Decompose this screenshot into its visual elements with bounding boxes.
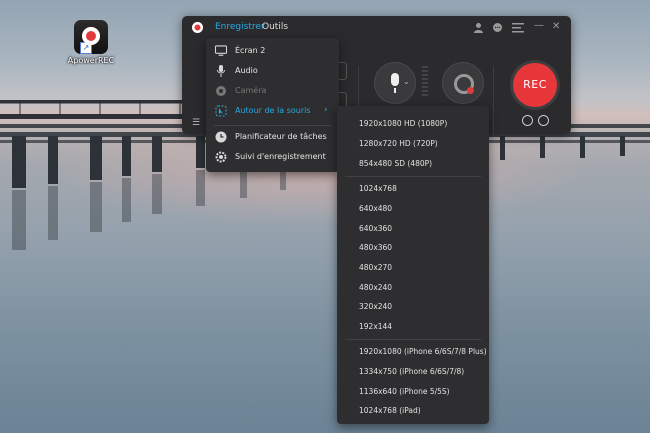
resolution-label: 1920x1080 HD (1080P) [359,119,448,128]
resolution-label: 1024x768 [359,184,397,193]
microphone-button[interactable]: ⌄ [374,62,416,104]
chevron-right-icon: › [324,105,328,115]
menu-divider [345,339,481,340]
resolution-option[interactable]: 480x240 [337,280,489,296]
resolution-label: 480x270 [359,263,393,272]
resolution-option[interactable]: 320x240 [337,299,489,315]
resolution-option[interactable]: 480x270 [337,260,489,276]
record-dropdown-menu: Écran 2 Audio Caméra Autour de la souris… [206,38,339,172]
resolution-label: 640x480 [359,204,393,213]
hidden-panel-edge [338,62,347,80]
list-icon[interactable]: ☰ [192,118,200,128]
menu-item-camera: Caméra [206,82,339,102]
title-bar: Enregistrer Outils — ✕ [182,16,571,40]
resolution-option[interactable]: 1920x1080 HD (1080P) [337,116,489,132]
clock-icon [215,131,227,143]
minimize-icon[interactable]: — [534,20,544,32]
rec-button[interactable]: REC [513,63,557,107]
resolution-option[interactable]: 1334x750 (iPhone 6/6S/7/8) [337,364,489,380]
microphone-stand [394,88,396,93]
menu-item-task-scheduler[interactable]: Planificateur de tâches [206,128,339,148]
resolution-label: 320x240 [359,302,393,311]
resolution-label: 640x360 [359,224,393,233]
microphone-icon [391,73,399,86]
microphone-icon [217,65,225,77]
resolution-option[interactable]: 640x360 [337,221,489,237]
volume-meter [422,66,428,98]
settings-list-icon[interactable] [512,22,524,33]
mouse-area-icon [215,105,227,117]
menu-item-recording-tracking[interactable]: Suivi d'enregistrement [206,148,339,168]
divider [493,66,494,136]
resolution-option[interactable]: 854x480 SD (480P) [337,156,489,172]
menu-item-around-mouse[interactable]: Autour de la souris › [206,102,339,122]
close-icon[interactable]: ✕ [552,21,560,33]
resolution-option[interactable]: 1920x1080 (iPhone 6/6S/7/8 Plus) [337,344,489,360]
chevron-down-icon[interactable]: ⌄ [403,77,410,86]
chat-icon[interactable] [492,22,503,33]
resolution-label: 1136x640 (iPhone 5/5S) [359,387,450,396]
resolution-option[interactable]: 1024x768 [337,181,489,197]
desktop-shortcut[interactable]: ↗ ApowerREC [66,20,116,65]
resolution-option[interactable]: 192x144 [337,319,489,335]
menu-item-label: Caméra [235,86,267,95]
menu-item-label: Autour de la souris [235,106,311,115]
resolution-option[interactable]: 480x360 [337,240,489,256]
menu-record[interactable]: Enregistrer [215,22,265,32]
menu-tools[interactable]: Outils [262,22,288,32]
resolution-label: 854x480 SD (480P) [359,159,433,168]
menu-item-label: Planificateur de tâches [235,132,327,141]
resolution-option[interactable]: 1136x640 (iPhone 5/5S) [337,384,489,400]
resolution-submenu: 1920x1080 HD (1080P) 1280x720 HD (720P) … [337,106,489,424]
apowerrec-app-icon: ↗ [74,20,108,54]
resolution-label: 1280x720 HD (720P) [359,139,438,148]
app-logo-icon [192,22,203,33]
monitor-icon [215,45,227,56]
menu-item-label: Suivi d'enregistrement [235,152,326,161]
gear-icon [215,151,227,163]
resolution-option[interactable]: 1024x768 (iPad) [337,403,489,419]
webcam-button[interactable] [442,62,484,104]
menu-divider [345,176,481,177]
resolution-label: 1024x768 (iPad) [359,406,421,415]
schedule-icon[interactable] [522,115,533,126]
resolution-option[interactable]: 640x480 [337,201,489,217]
timer-icon[interactable] [538,115,549,126]
desktop-shortcut-label: ApowerREC [67,56,115,65]
resolution-label: 1334x750 (iPhone 6/6S/7/8) [359,367,465,376]
user-icon[interactable] [473,22,484,33]
menu-item-label: Audio [235,66,258,75]
menu-divider [214,125,331,126]
resolution-label: 480x360 [359,243,393,252]
resolution-option[interactable]: 1280x720 HD (720P) [337,136,489,152]
shortcut-arrow-icon: ↗ [80,42,92,54]
menu-item-audio[interactable]: Audio [206,62,339,82]
menu-item-label: Écran 2 [235,46,266,55]
resolution-label: 192x144 [359,322,393,331]
resolution-label: 1920x1080 (iPhone 6/6S/7/8 Plus) [359,347,487,356]
camera-icon [216,86,226,96]
resolution-label: 480x240 [359,283,393,292]
webcam-off-badge [467,87,474,94]
menu-item-screen[interactable]: Écran 2 [206,42,339,62]
